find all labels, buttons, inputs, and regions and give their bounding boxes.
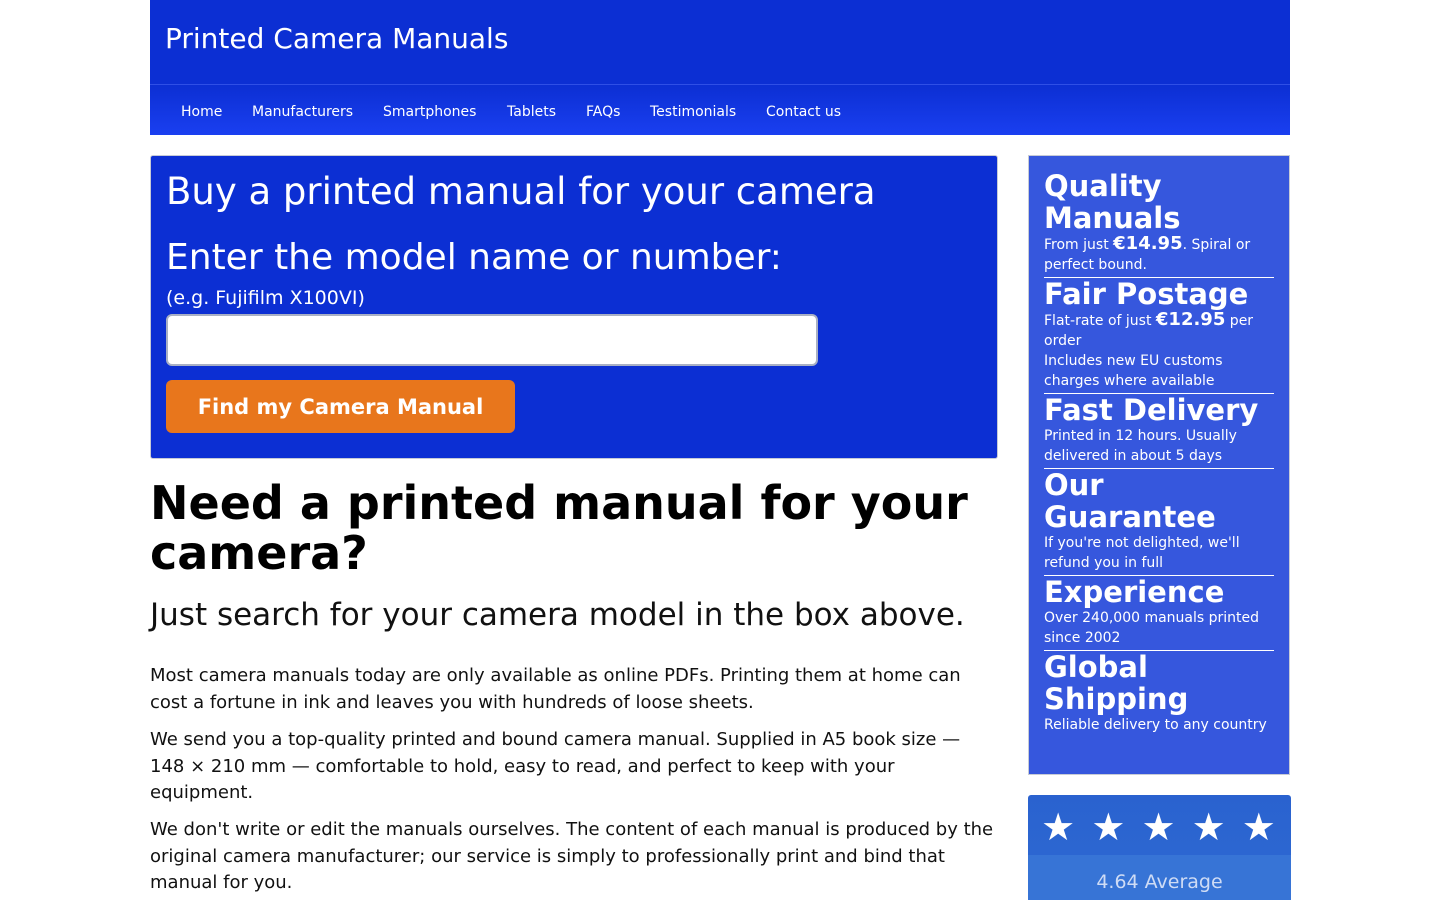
nav-item-faqs[interactable]: FAQs (586, 104, 620, 120)
feature-experience: Experience Over 240,000 manuals printed … (1044, 576, 1274, 651)
feature-title: Fast Delivery (1044, 393, 1259, 427)
feature-guarantee: Our Guarantee If you're not delighted, w… (1044, 469, 1274, 576)
feature-postage: Fair Postage Flat-rate of just €12.95 pe… (1044, 278, 1274, 394)
feature-title: Global Shipping (1044, 650, 1189, 716)
intro-paragraph: Most camera manuals today are only avail… (150, 665, 961, 713)
nav-item-home[interactable]: Home (181, 104, 222, 120)
feature-shipping: Global Shipping Reliable delivery to any… (1044, 651, 1274, 735)
feature-text: If you're not delighted, we'll refund yo… (1044, 535, 1240, 571)
nav-item-manufacturers[interactable]: Manufacturers (252, 104, 353, 120)
nav-item-smartphones[interactable]: Smartphones (383, 104, 476, 120)
nav-item-tablets[interactable]: Tablets (507, 104, 556, 120)
feature-title: Fair Postage (1044, 277, 1249, 311)
feature-text: Reliable delivery to any country (1044, 717, 1267, 733)
feature-text: Flat-rate of just €12.95 per order (1044, 309, 1254, 350)
feature-delivery: Fast Delivery Printed in 12 hours. Usual… (1044, 394, 1274, 469)
feature-text: Printed in 12 hours. Usually delivered i… (1044, 428, 1237, 464)
main-heading: Need a printed manual for your camera? (150, 476, 968, 580)
rating-average: 4.64 Average (1096, 871, 1223, 893)
rating-widget[interactable]: ★ ★ ★ ★ ★ 4.64 Average (1028, 795, 1291, 900)
site-title[interactable]: Printed Camera Manuals (165, 22, 508, 55)
main-subheading: Just search for your camera model in the… (150, 597, 965, 633)
feature-text: Includes new EU customs charges where av… (1044, 353, 1223, 389)
product-paragraph: We send you a top-quality printed and bo… (150, 729, 961, 803)
feature-title: Experience (1044, 575, 1225, 609)
feature-title: Quality Manuals (1044, 169, 1181, 235)
site-header: Printed Camera Manuals (150, 0, 1290, 84)
nav-item-contact[interactable]: Contact us (766, 104, 841, 120)
search-hint: (e.g. Fujifilm X100VI) (166, 287, 365, 309)
star-rating-icon: ★ ★ ★ ★ ★ (1041, 805, 1278, 849)
feature-quality: Quality Manuals From just €14.95. Spiral… (1044, 156, 1274, 278)
search-panel-title: Buy a printed manual for your camera (166, 170, 876, 213)
search-label: Enter the model name or number: (166, 237, 782, 278)
disclaimer-paragraph: We don't write or edit the manuals ourse… (150, 819, 994, 893)
feature-text: From just €14.95. Spiral or perfect boun… (1044, 233, 1251, 274)
feature-text: Over 240,000 manuals printed since 2002 (1044, 610, 1260, 646)
main-nav: Home Manufacturers Smartphones Tablets F… (150, 84, 1290, 135)
search-input[interactable] (166, 314, 818, 366)
find-manual-button[interactable]: Find my Camera Manual (166, 380, 515, 433)
nav-item-testimonials[interactable]: Testimonials (650, 104, 736, 120)
feature-title: Our Guarantee (1044, 468, 1216, 534)
features-sidebar: Quality Manuals From just €14.95. Spiral… (1028, 155, 1290, 775)
search-panel: Buy a printed manual for your camera Ent… (150, 155, 998, 459)
